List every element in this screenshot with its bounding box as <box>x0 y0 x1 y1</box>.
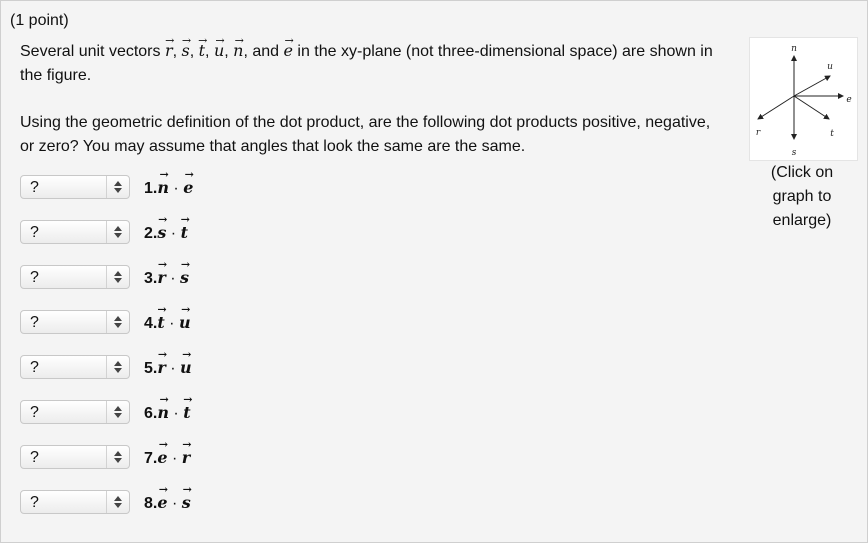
row-number: 7. <box>144 450 158 467</box>
right-vector: e <box>183 178 193 197</box>
left-vector: t <box>157 313 164 332</box>
answer-row-7: ? 7.e · r <box>20 445 320 471</box>
updown-icon <box>106 356 129 378</box>
updown-icon <box>106 311 129 333</box>
answer-row-8: ? 8.e · s <box>20 490 320 516</box>
row-number: 4. <box>144 315 158 332</box>
label-t: t <box>830 129 834 139</box>
answer-row-2: ? 2.s · t <box>20 220 320 246</box>
select-value: ? <box>30 269 39 286</box>
dot-product-label-5: 5.r · u <box>144 358 192 378</box>
select-value: ? <box>30 449 39 466</box>
left-vector: r <box>157 358 165 377</box>
answer-select-7[interactable]: ? <box>20 445 130 469</box>
row-number: 8. <box>144 495 158 512</box>
left-vector: n <box>157 403 169 422</box>
row-number: 6. <box>144 405 158 422</box>
left-vector: n <box>157 178 169 197</box>
answer-select-1[interactable]: ? <box>20 175 130 199</box>
intro-text-before: Several unit vectors <box>20 43 165 60</box>
answer-select-5[interactable]: ? <box>20 355 130 379</box>
updown-icon <box>106 491 129 513</box>
updown-icon <box>106 221 129 243</box>
select-value: ? <box>30 314 39 331</box>
figure-caption[interactable]: (Click on graph to enlarge) <box>756 161 848 233</box>
select-value: ? <box>30 359 39 376</box>
left-vector: s <box>157 223 166 242</box>
label-s: s <box>792 148 797 158</box>
intro-and: , and <box>243 43 284 60</box>
right-vector: t <box>183 403 190 422</box>
vector-t: t <box>199 39 205 63</box>
left-vector: e <box>157 493 167 512</box>
answer-row-5: ? 5.r · u <box>20 355 320 381</box>
answer-select-8[interactable]: ? <box>20 490 130 514</box>
updown-icon <box>106 266 129 288</box>
vector-u: u <box>214 39 224 63</box>
question-text: Using the geometric definition of the do… <box>20 114 711 155</box>
point-value: (1 point) <box>10 12 69 29</box>
right-vector: u <box>179 313 191 332</box>
left-vector: r <box>157 268 165 287</box>
updown-icon <box>106 446 129 468</box>
dot-product-label-4: 4.t · u <box>144 313 191 333</box>
label-n: n <box>791 44 797 54</box>
right-vector: s <box>182 493 191 512</box>
vector-e: e <box>283 39 292 63</box>
dot-product-label-6: 6.n · t <box>144 403 191 423</box>
vector-u-arrow <box>793 75 831 97</box>
label-e: e <box>846 95 851 105</box>
answer-select-6[interactable]: ? <box>20 400 130 424</box>
updown-icon <box>106 401 129 423</box>
updown-icon <box>106 176 129 198</box>
answer-row-4: ? 4.t · u <box>20 310 320 336</box>
answer-row-1: ? 1.n · e <box>20 175 320 201</box>
row-number: 1. <box>144 180 158 197</box>
label-r: r <box>756 128 761 138</box>
answer-row-3: ? 3.r · s <box>20 265 320 291</box>
select-value: ? <box>30 494 39 511</box>
vector-r-arrow <box>757 95 795 120</box>
dot-product-label-7: 7.e · r <box>144 448 190 468</box>
row-number: 2. <box>144 225 158 242</box>
right-vector: u <box>180 358 192 377</box>
answer-select-2[interactable]: ? <box>20 220 130 244</box>
vector-diagram: n u e r t s <box>756 44 852 158</box>
right-vector: r <box>182 448 190 467</box>
label-u: u <box>827 62 833 72</box>
select-value: ? <box>30 224 39 241</box>
vector-figure-thumbnail[interactable]: n u e r t s <box>749 37 858 161</box>
dot-product-label-8: 8.e · s <box>144 493 191 513</box>
select-value: ? <box>30 404 39 421</box>
vector-n: n <box>233 39 243 63</box>
dot-product-label-2: 2.s · t <box>144 223 188 243</box>
right-vector: t <box>181 223 188 242</box>
select-value: ? <box>30 179 39 196</box>
answer-select-3[interactable]: ? <box>20 265 130 289</box>
vector-t-arrow <box>793 95 830 120</box>
answer-select-4[interactable]: ? <box>20 310 130 334</box>
answer-row-6: ? 6.n · t <box>20 400 320 426</box>
right-vector: s <box>180 268 189 287</box>
dot-product-label-3: 3.r · s <box>144 268 189 288</box>
row-number: 5. <box>144 360 158 377</box>
dot-product-label-1: 1.n · e <box>144 178 193 198</box>
row-number: 3. <box>144 270 158 287</box>
vector-s: s <box>182 39 190 63</box>
vector-r: r <box>165 39 173 63</box>
left-vector: e <box>157 448 167 467</box>
problem-intro: Several unit vectors r, s, t, u, n, and … <box>20 39 720 88</box>
